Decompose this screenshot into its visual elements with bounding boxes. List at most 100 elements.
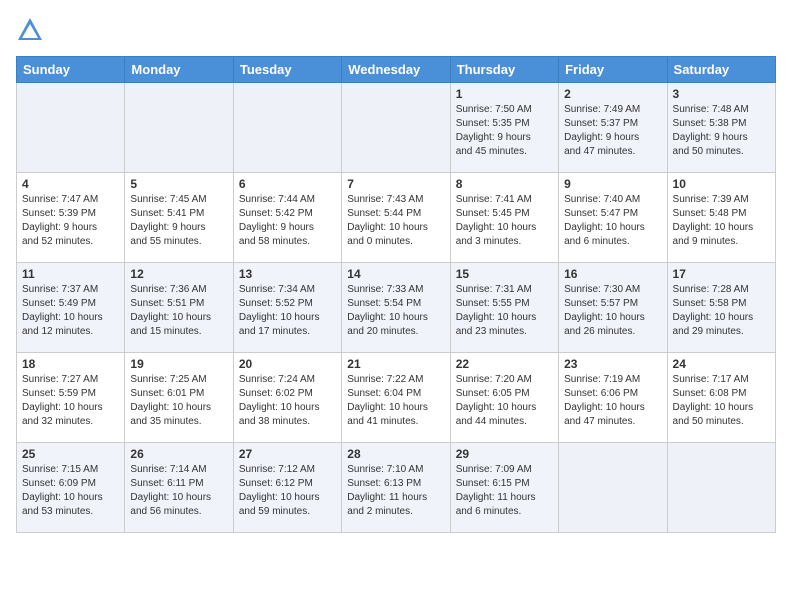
calendar-cell: 6 Sunrise: 7:44 AM Sunset: 5:42 PM Daylig…: [233, 173, 341, 263]
day-number: 17: [673, 267, 770, 281]
calendar-cell: 15 Sunrise: 7:31 AM Sunset: 5:55 PM Dayli…: [450, 263, 558, 353]
calendar-cell: 18 Sunrise: 7:27 AM Sunset: 5:59 PM Dayli…: [17, 353, 125, 443]
day-info: Sunrise: 7:24 AM Sunset: 6:02 PM Dayligh…: [239, 373, 336, 429]
day-info: Sunrise: 7:39 AM Sunset: 5:48 PM Dayligh…: [673, 193, 770, 249]
calendar-cell: [125, 83, 233, 173]
day-number: 6: [239, 177, 336, 191]
calendar-cell: [17, 83, 125, 173]
day-info: Sunrise: 7:43 AM Sunset: 5:44 PM Dayligh…: [347, 193, 444, 249]
calendar-cell: 29 Sunrise: 7:09 AM Sunset: 6:15 PM Dayli…: [450, 443, 558, 533]
calendar-cell: 2Sunrise: 7:49 AM Sunset: 5:37 PM Daylig…: [559, 83, 667, 173]
header-wednesday: Wednesday: [342, 57, 450, 83]
calendar-cell: 19 Sunrise: 7:25 AM Sunset: 6:01 PM Dayli…: [125, 353, 233, 443]
calendar-cell: [559, 443, 667, 533]
day-info: Sunrise: 7:20 AM Sunset: 6:05 PM Dayligh…: [456, 373, 553, 429]
day-number: 27: [239, 447, 336, 461]
day-info: Sunrise: 7:10 AM Sunset: 6:13 PM Dayligh…: [347, 463, 444, 519]
calendar-cell: 5 Sunrise: 7:45 AM Sunset: 5:41 PM Daylig…: [125, 173, 233, 263]
day-number: 15: [456, 267, 553, 281]
calendar-cell: 26 Sunrise: 7:14 AM Sunset: 6:11 PM Dayli…: [125, 443, 233, 533]
day-number: 26: [130, 447, 227, 461]
day-number: 20: [239, 357, 336, 371]
day-number: 16: [564, 267, 661, 281]
calendar-cell: 11 Sunrise: 7:37 AM Sunset: 5:49 PM Dayli…: [17, 263, 125, 353]
day-number: 3: [673, 87, 770, 101]
calendar-cell: 16 Sunrise: 7:30 AM Sunset: 5:57 PM Dayli…: [559, 263, 667, 353]
day-number: 25: [22, 447, 119, 461]
day-info: Sunrise: 7:48 AM Sunset: 5:38 PM Dayligh…: [673, 103, 770, 159]
calendar-cell: 12 Sunrise: 7:36 AM Sunset: 5:51 PM Dayli…: [125, 263, 233, 353]
day-number: 10: [673, 177, 770, 191]
day-info: Sunrise: 7:09 AM Sunset: 6:15 PM Dayligh…: [456, 463, 553, 519]
day-number: 5: [130, 177, 227, 191]
day-info: Sunrise: 7:33 AM Sunset: 5:54 PM Dayligh…: [347, 283, 444, 339]
day-info: Sunrise: 7:31 AM Sunset: 5:55 PM Dayligh…: [456, 283, 553, 339]
day-info: Sunrise: 7:22 AM Sunset: 6:04 PM Dayligh…: [347, 373, 444, 429]
day-info: Sunrise: 7:34 AM Sunset: 5:52 PM Dayligh…: [239, 283, 336, 339]
calendar-cell: 7 Sunrise: 7:43 AM Sunset: 5:44 PM Daylig…: [342, 173, 450, 263]
calendar-cell: 1 Sunrise: 7:50 AM Sunset: 5:35 PM Daylig…: [450, 83, 558, 173]
day-number: 8: [456, 177, 553, 191]
day-number: 14: [347, 267, 444, 281]
day-info: Sunrise: 7:14 AM Sunset: 6:11 PM Dayligh…: [130, 463, 227, 519]
day-info: Sunrise: 7:50 AM Sunset: 5:35 PM Dayligh…: [456, 103, 553, 159]
day-info: Sunrise: 7:15 AM Sunset: 6:09 PM Dayligh…: [22, 463, 119, 519]
calendar-cell: 27 Sunrise: 7:12 AM Sunset: 6:12 PM Dayli…: [233, 443, 341, 533]
calendar-row-5: 25 Sunrise: 7:15 AM Sunset: 6:09 PM Dayli…: [17, 443, 776, 533]
calendar-cell: 17 Sunrise: 7:28 AM Sunset: 5:58 PM Dayli…: [667, 263, 775, 353]
day-info: Sunrise: 7:44 AM Sunset: 5:42 PM Dayligh…: [239, 193, 336, 249]
day-number: 12: [130, 267, 227, 281]
day-info: Sunrise: 7:27 AM Sunset: 5:59 PM Dayligh…: [22, 373, 119, 429]
calendar-cell: 20 Sunrise: 7:24 AM Sunset: 6:02 PM Dayli…: [233, 353, 341, 443]
day-info: Sunrise: 7:49 AM Sunset: 5:37 PM Dayligh…: [564, 103, 661, 159]
logo: [16, 16, 46, 44]
calendar-cell: 22 Sunrise: 7:20 AM Sunset: 6:05 PM Dayli…: [450, 353, 558, 443]
calendar-cell: 8Sunrise: 7:41 AM Sunset: 5:45 PM Daylig…: [450, 173, 558, 263]
calendar-cell: 3 Sunrise: 7:48 AM Sunset: 5:38 PM Daylig…: [667, 83, 775, 173]
day-info: Sunrise: 7:40 AM Sunset: 5:47 PM Dayligh…: [564, 193, 661, 249]
day-info: Sunrise: 7:19 AM Sunset: 6:06 PM Dayligh…: [564, 373, 661, 429]
calendar-cell: 9Sunrise: 7:40 AM Sunset: 5:47 PM Daylig…: [559, 173, 667, 263]
day-info: Sunrise: 7:47 AM Sunset: 5:39 PM Dayligh…: [22, 193, 119, 249]
calendar-row-1: 1 Sunrise: 7:50 AM Sunset: 5:35 PM Daylig…: [17, 83, 776, 173]
calendar-row-2: 4 Sunrise: 7:47 AM Sunset: 5:39 PM Daylig…: [17, 173, 776, 263]
calendar-cell: [233, 83, 341, 173]
calendar-cell: 21Sunrise: 7:22 AM Sunset: 6:04 PM Dayli…: [342, 353, 450, 443]
day-number: 4: [22, 177, 119, 191]
calendar-cell: [342, 83, 450, 173]
header-monday: Monday: [125, 57, 233, 83]
calendar: SundayMondayTuesdayWednesdayThursdayFrid…: [16, 56, 776, 533]
calendar-header-row: SundayMondayTuesdayWednesdayThursdayFrid…: [17, 57, 776, 83]
day-info: Sunrise: 7:45 AM Sunset: 5:41 PM Dayligh…: [130, 193, 227, 249]
day-number: 19: [130, 357, 227, 371]
calendar-cell: [667, 443, 775, 533]
day-number: 11: [22, 267, 119, 281]
day-info: Sunrise: 7:28 AM Sunset: 5:58 PM Dayligh…: [673, 283, 770, 339]
day-number: 22: [456, 357, 553, 371]
header-thursday: Thursday: [450, 57, 558, 83]
calendar-row-4: 18 Sunrise: 7:27 AM Sunset: 5:59 PM Dayli…: [17, 353, 776, 443]
calendar-cell: 4 Sunrise: 7:47 AM Sunset: 5:39 PM Daylig…: [17, 173, 125, 263]
day-number: 23: [564, 357, 661, 371]
day-info: Sunrise: 7:37 AM Sunset: 5:49 PM Dayligh…: [22, 283, 119, 339]
page-header: [16, 16, 776, 44]
header-friday: Friday: [559, 57, 667, 83]
day-info: Sunrise: 7:25 AM Sunset: 6:01 PM Dayligh…: [130, 373, 227, 429]
day-number: 24: [673, 357, 770, 371]
day-number: 1: [456, 87, 553, 101]
day-number: 18: [22, 357, 119, 371]
day-number: 28: [347, 447, 444, 461]
header-saturday: Saturday: [667, 57, 775, 83]
day-info: Sunrise: 7:17 AM Sunset: 6:08 PM Dayligh…: [673, 373, 770, 429]
day-number: 29: [456, 447, 553, 461]
calendar-row-3: 11 Sunrise: 7:37 AM Sunset: 5:49 PM Dayli…: [17, 263, 776, 353]
calendar-cell: 14 Sunrise: 7:33 AM Sunset: 5:54 PM Dayli…: [342, 263, 450, 353]
logo-icon: [16, 16, 44, 44]
header-sunday: Sunday: [17, 57, 125, 83]
calendar-cell: 23 Sunrise: 7:19 AM Sunset: 6:06 PM Dayli…: [559, 353, 667, 443]
day-info: Sunrise: 7:30 AM Sunset: 5:57 PM Dayligh…: [564, 283, 661, 339]
day-info: Sunrise: 7:36 AM Sunset: 5:51 PM Dayligh…: [130, 283, 227, 339]
day-number: 7: [347, 177, 444, 191]
day-info: Sunrise: 7:12 AM Sunset: 6:12 PM Dayligh…: [239, 463, 336, 519]
day-number: 13: [239, 267, 336, 281]
